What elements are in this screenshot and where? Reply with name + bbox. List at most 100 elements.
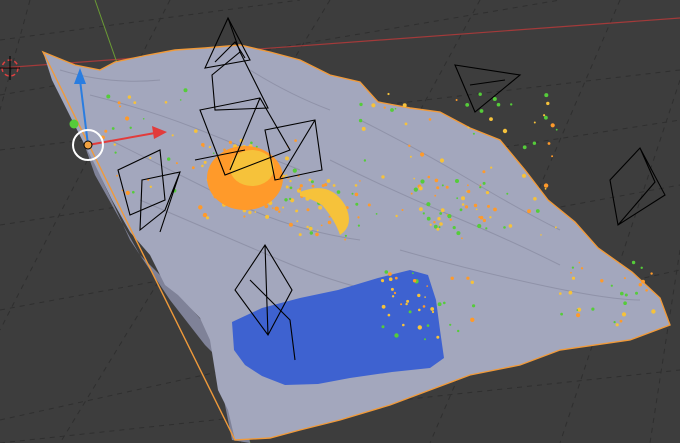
particle-dot <box>191 166 195 170</box>
particle-dot <box>466 276 470 280</box>
particle-dot <box>472 132 475 135</box>
particle-dot <box>533 121 536 124</box>
particle-dot <box>485 227 488 230</box>
particle-dot <box>424 338 426 341</box>
particle-dot <box>510 103 513 106</box>
particle-dot <box>533 197 537 201</box>
particle-dot <box>482 218 486 223</box>
particle-dot <box>106 94 111 99</box>
particle-dot <box>212 152 215 154</box>
particle-dot <box>310 180 314 184</box>
particle-dot <box>171 134 174 137</box>
particle-dot <box>479 109 484 113</box>
particle-dot <box>388 272 392 276</box>
camera-wireframe-icon[interactable] <box>609 147 666 226</box>
particle-dot <box>544 93 549 98</box>
particle-dot <box>461 196 465 201</box>
particle-dot <box>381 325 385 329</box>
particle-dot <box>298 187 302 191</box>
particle-dot <box>412 272 414 275</box>
particle-dot <box>437 217 441 221</box>
terrain-mesh[interactable] <box>41 44 671 443</box>
particle-dot <box>284 198 288 202</box>
particle-dot <box>119 105 122 108</box>
particle-dot <box>426 216 431 221</box>
particle-dot <box>324 183 328 187</box>
particle-dot <box>326 179 331 183</box>
particle-dot <box>201 164 204 168</box>
particle-dot <box>306 208 310 212</box>
particle-dot <box>292 168 297 173</box>
particle-dot <box>402 103 407 108</box>
particle-dot <box>532 141 537 145</box>
particle-dot <box>478 216 481 219</box>
particle-dot <box>142 118 145 120</box>
particle-dot <box>315 232 319 237</box>
particle-dot <box>149 185 152 188</box>
particle-dot <box>203 160 207 164</box>
scene-canvas[interactable] <box>0 0 680 443</box>
particle-dot <box>441 184 444 187</box>
particle-dot <box>546 101 550 106</box>
particle-dot <box>388 277 393 282</box>
particle-dot <box>641 279 645 284</box>
particle-dot <box>417 325 422 330</box>
particle-dot <box>623 301 627 306</box>
particle-dot <box>375 213 378 215</box>
particle-dot <box>434 194 437 197</box>
particle-dot <box>250 141 253 145</box>
particle-dot <box>205 216 210 220</box>
particle-dot <box>381 175 385 179</box>
particle-dot <box>576 313 581 318</box>
particle-dot <box>635 291 638 295</box>
particle-dot <box>228 140 232 144</box>
particle-dot <box>479 184 482 186</box>
particle-dot <box>354 184 358 187</box>
particle-dot <box>289 186 293 190</box>
particle-dot <box>455 99 458 101</box>
particle-dot <box>439 158 445 163</box>
particle-dot <box>465 103 470 107</box>
particle-dot <box>309 231 313 235</box>
object-origin-icon <box>83 140 93 150</box>
particle-dot <box>298 233 302 237</box>
particle-dot <box>472 304 476 308</box>
particle-dot <box>413 177 416 180</box>
particle-dot <box>383 106 386 109</box>
particle-dot <box>443 301 446 305</box>
3d-viewport[interactable] <box>0 0 680 443</box>
particle-dot <box>361 126 366 131</box>
particle-dot <box>527 209 531 214</box>
particle-dot <box>359 102 363 107</box>
particle-dot <box>640 266 643 269</box>
particle-dot <box>390 287 394 291</box>
particle-dot <box>149 156 152 159</box>
particle-dot <box>104 129 108 133</box>
grid-line <box>649 249 680 443</box>
particle-dot <box>426 324 430 327</box>
particle-dot <box>336 190 341 194</box>
particle-dot <box>409 155 412 158</box>
particle-dot <box>540 234 542 236</box>
translate-arrow-y-icon[interactable] <box>69 119 79 129</box>
particle-dot <box>194 129 198 133</box>
particle-dot <box>638 283 642 287</box>
particle-dot <box>591 307 595 311</box>
particle-dot <box>440 208 445 213</box>
particle-dot <box>490 166 493 169</box>
particle-dot <box>522 145 527 150</box>
particle-dot <box>129 126 132 129</box>
particle-dot <box>328 215 331 218</box>
particle-dot <box>610 284 613 287</box>
particle-dot <box>550 123 555 128</box>
particle-dot <box>387 313 391 317</box>
particle-dot <box>285 174 288 177</box>
particle-dot <box>445 185 449 189</box>
3d-cursor-icon[interactable] <box>0 56 20 80</box>
particle-dot <box>111 127 115 130</box>
particle-dot <box>461 203 465 206</box>
particle-dot <box>455 179 459 183</box>
particle-dot <box>620 291 624 296</box>
particle-dot <box>439 222 443 226</box>
particle-dot <box>384 270 389 274</box>
